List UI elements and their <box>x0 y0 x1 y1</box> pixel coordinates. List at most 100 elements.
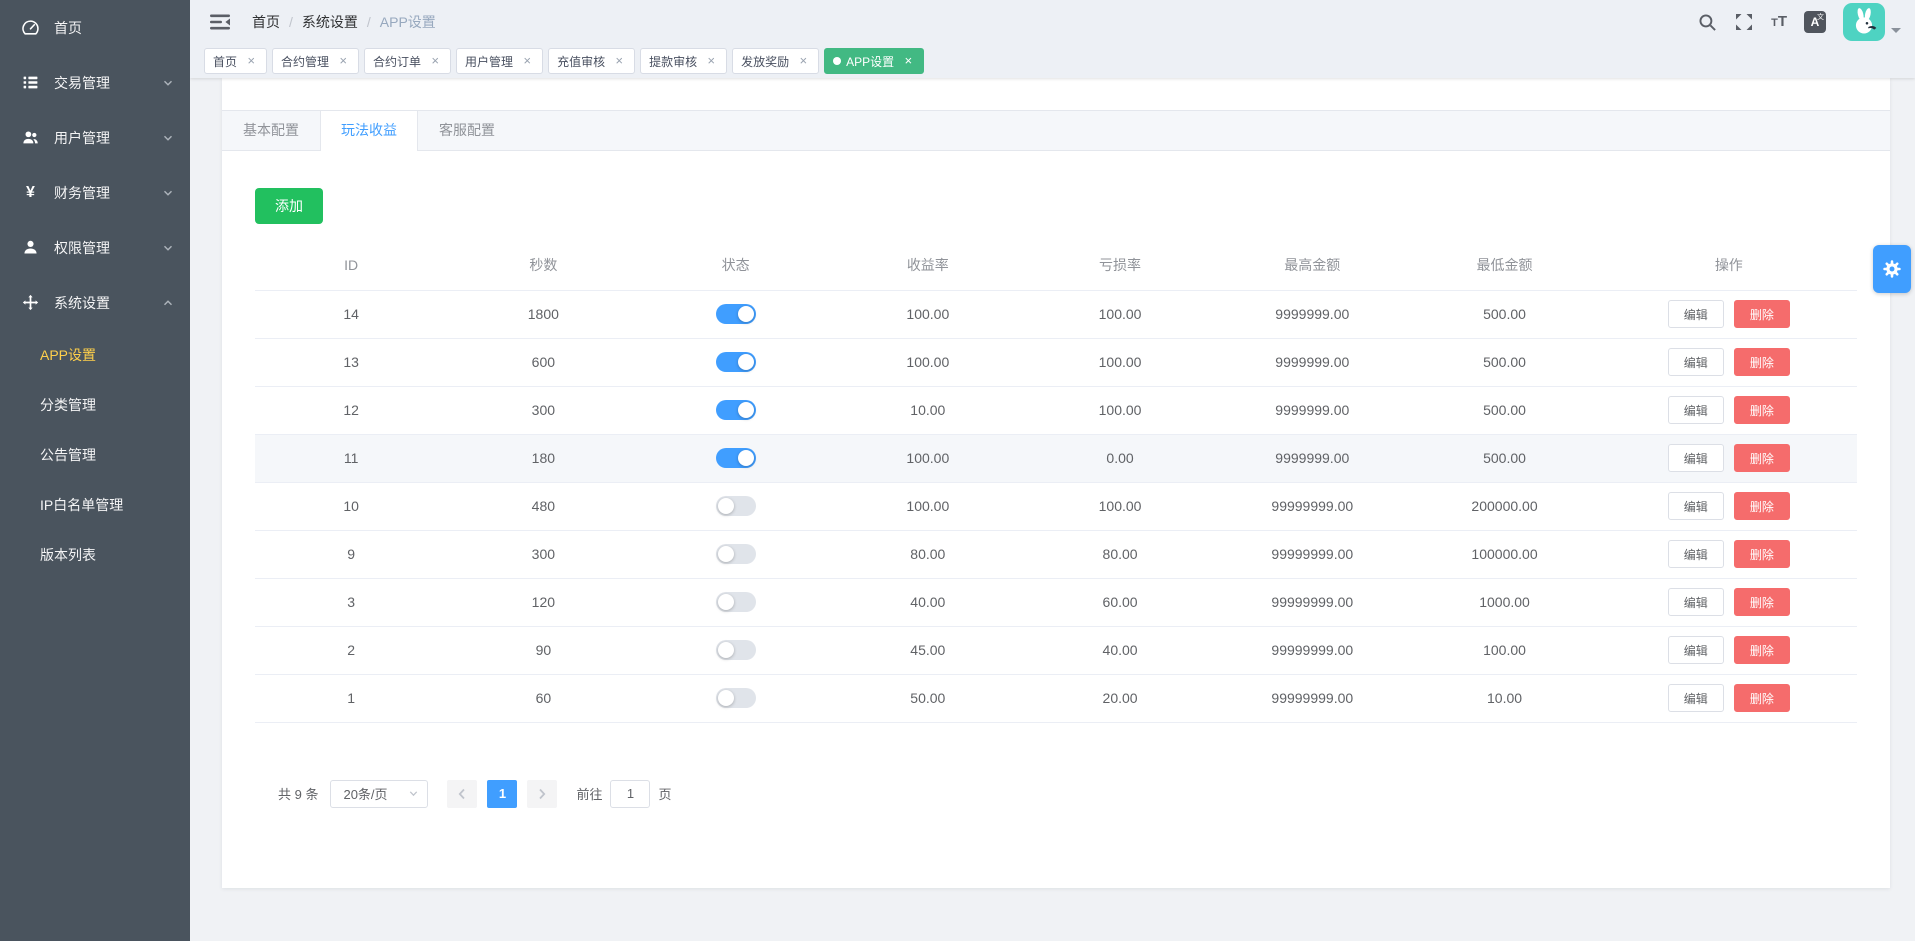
status-toggle[interactable] <box>716 592 756 612</box>
cell-status <box>639 674 831 722</box>
sidebar-item-permissions[interactable]: 权限管理 <box>0 220 190 275</box>
tag-close-icon[interactable]: × <box>428 54 442 68</box>
cell-max-amount: 9999999.00 <box>1216 434 1408 482</box>
sidebar-subitem[interactable]: 分类管理 <box>0 380 190 430</box>
delete-button[interactable]: 删除 <box>1734 540 1790 568</box>
page-number-current[interactable]: 1 <box>487 780 517 808</box>
navbar-actions: TT A文 <box>1697 3 1901 41</box>
cell-status <box>639 290 831 338</box>
cell-profit-rate: 100.00 <box>832 290 1024 338</box>
edit-button[interactable]: 编辑 <box>1668 684 1724 712</box>
sidebar-subitem[interactable]: 版本列表 <box>0 530 190 580</box>
sidebar-item-trade[interactable]: 交易管理 <box>0 55 190 110</box>
tag-close-icon[interactable]: × <box>612 54 626 68</box>
breadcrumb-home[interactable]: 首页 <box>252 12 280 32</box>
sidebar-item-label: 首页 <box>54 18 82 38</box>
tag[interactable]: APP设置 × <box>824 48 924 74</box>
chevron-down-icon <box>408 788 419 799</box>
status-toggle[interactable] <box>716 304 756 324</box>
delete-button[interactable]: 删除 <box>1734 300 1790 328</box>
edit-button[interactable]: 编辑 <box>1668 396 1724 424</box>
sidebar-subitem[interactable]: IP白名单管理 <box>0 480 190 530</box>
tag-close-icon[interactable]: × <box>336 54 350 68</box>
edit-button[interactable]: 编辑 <box>1668 492 1724 520</box>
edit-button[interactable]: 编辑 <box>1668 300 1724 328</box>
search-icon[interactable] <box>1697 12 1717 32</box>
delete-button[interactable]: 删除 <box>1734 636 1790 664</box>
chevron-left-icon <box>457 788 467 800</box>
font-size-icon[interactable]: TT <box>1771 14 1787 30</box>
delete-button[interactable]: 删除 <box>1734 492 1790 520</box>
edit-button[interactable]: 编辑 <box>1668 348 1724 376</box>
sidebar-item-label: 系统设置 <box>54 293 110 313</box>
tab-basic-config[interactable]: 基本配置 <box>222 111 320 150</box>
status-toggle[interactable] <box>716 544 756 564</box>
delete-button[interactable]: 删除 <box>1734 444 1790 472</box>
table-row: 9 300 80.00 80.00 99999999.00 100000.00 <box>255 530 1857 578</box>
edit-button[interactable]: 编辑 <box>1668 636 1724 664</box>
delete-button[interactable]: 删除 <box>1734 348 1790 376</box>
edit-button[interactable]: 编辑 <box>1668 444 1724 472</box>
sidebar-item-finance[interactable]: ¥ 财务管理 <box>0 165 190 220</box>
sidebar-item-users[interactable]: 用户管理 <box>0 110 190 165</box>
cell-seconds: 90 <box>447 626 639 674</box>
tag[interactable]: 提款审核 × <box>640 48 727 74</box>
cell-actions: 编辑删除 <box>1601 338 1857 386</box>
sidebar-subitem-label: 版本列表 <box>40 547 96 563</box>
user-menu[interactable] <box>1843 3 1901 41</box>
page-size-value: 20条/页 <box>343 784 387 803</box>
page-unit-label: 页 <box>658 784 671 803</box>
cell-seconds: 300 <box>447 386 639 434</box>
tags-view: 首页 × 合约管理 × 合约订单 × 用户管理 × <box>190 44 1915 78</box>
toggle-knob <box>718 498 734 514</box>
tag[interactable]: 首页 × <box>204 48 267 74</box>
chevron-down-icon <box>162 77 174 89</box>
sidebar-item-system-settings[interactable]: 系统设置 <box>0 275 190 330</box>
cell-id: 14 <box>255 290 447 338</box>
tag-close-icon[interactable]: × <box>704 54 718 68</box>
tag[interactable]: 充值审核 × <box>548 48 635 74</box>
fullscreen-icon[interactable] <box>1734 12 1754 32</box>
delete-button[interactable]: 删除 <box>1734 396 1790 424</box>
page-size-select[interactable]: 20条/页 <box>330 780 428 808</box>
tag-label: 合约订单 <box>373 53 421 70</box>
delete-button[interactable]: 删除 <box>1734 588 1790 616</box>
status-toggle[interactable] <box>716 496 756 516</box>
tag[interactable]: 合约管理 × <box>272 48 359 74</box>
theme-settings-button[interactable] <box>1873 245 1911 293</box>
cell-status <box>639 434 831 482</box>
table-row: 3 120 40.00 60.00 99999999.00 1000.00 <box>255 578 1857 626</box>
tab-customer-service[interactable]: 客服配置 <box>418 111 516 150</box>
toggle-knob <box>718 690 734 706</box>
hamburger-icon[interactable] <box>210 13 230 31</box>
sidebar-subitem[interactable]: APP设置 <box>0 330 190 380</box>
tag-close-icon[interactable]: × <box>244 54 258 68</box>
sidebar-subitem[interactable]: 公告管理 <box>0 430 190 480</box>
edit-button[interactable]: 编辑 <box>1668 588 1724 616</box>
tab-play-profit[interactable]: 玩法收益 <box>320 111 418 151</box>
cell-max-amount: 99999999.00 <box>1216 530 1408 578</box>
next-page-button[interactable] <box>527 780 557 808</box>
sidebar-item-home[interactable]: 首页 <box>0 0 190 55</box>
status-toggle[interactable] <box>716 688 756 708</box>
status-toggle[interactable] <box>716 352 756 372</box>
avatar[interactable] <box>1843 3 1885 41</box>
page-jump-input[interactable] <box>610 780 650 808</box>
status-toggle[interactable] <box>716 640 756 660</box>
edit-button[interactable]: 编辑 <box>1668 540 1724 568</box>
status-toggle[interactable] <box>716 400 756 420</box>
tag-label: 用户管理 <box>465 53 513 70</box>
tag[interactable]: 发放奖励 × <box>732 48 819 74</box>
delete-button[interactable]: 删除 <box>1734 684 1790 712</box>
add-button[interactable]: 添加 <box>255 188 323 224</box>
tag-close-icon[interactable]: × <box>796 54 810 68</box>
tag-close-icon[interactable]: × <box>901 54 915 68</box>
tag[interactable]: 用户管理 × <box>456 48 543 74</box>
tag[interactable]: 合约订单 × <box>364 48 451 74</box>
breadcrumb-system-settings[interactable]: 系统设置 <box>302 12 358 32</box>
cell-actions: 编辑删除 <box>1601 530 1857 578</box>
prev-page-button[interactable] <box>447 780 477 808</box>
tag-close-icon[interactable]: × <box>520 54 534 68</box>
translate-icon[interactable]: A文 <box>1804 11 1826 33</box>
status-toggle[interactable] <box>716 448 756 468</box>
